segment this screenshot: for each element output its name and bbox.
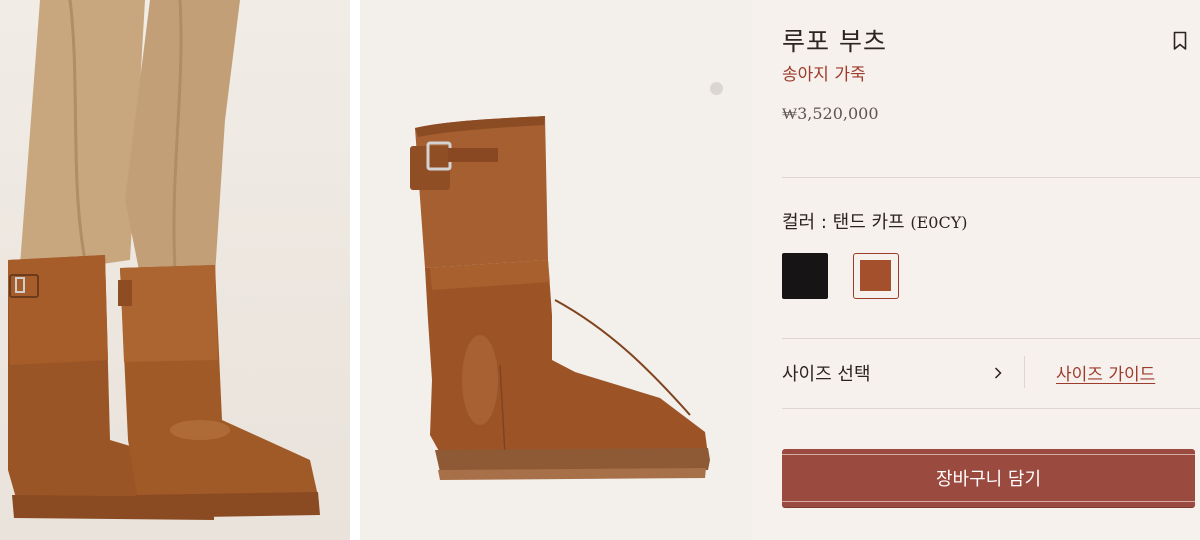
add-to-cart-label: 장바구니 담기 xyxy=(935,469,1042,490)
gallery-gap xyxy=(350,0,360,540)
divider xyxy=(782,338,1200,339)
product-info-panel: 루포 부츠 송아지 가죽 ₩3,520,000 컬러 : 탠드 카프 (E0CY… xyxy=(752,0,1200,540)
add-to-cart-button[interactable]: 장바구니 담기 xyxy=(782,449,1195,507)
size-guide-link[interactable]: 사이즈 가이드 xyxy=(1056,360,1155,385)
swatch-chip xyxy=(782,253,828,299)
size-select-label: 사이즈 선택 xyxy=(782,364,871,385)
color-swatch-tan[interactable] xyxy=(853,253,899,299)
model-boots-illustration xyxy=(8,0,320,520)
bookmark-icon xyxy=(1173,31,1187,50)
color-selected-code: (E0CY) xyxy=(910,213,968,232)
button-trim xyxy=(782,454,1195,455)
color-swatch-black[interactable] xyxy=(782,253,828,299)
vertical-divider xyxy=(1024,356,1025,388)
button-trim xyxy=(782,501,1195,502)
color-label: 컬러 : 탠드 카프 (E0CY) xyxy=(782,208,968,234)
size-select-button[interactable]: 사이즈 선택 xyxy=(782,356,1024,390)
divider xyxy=(782,408,1200,409)
product-price: ₩3,520,000 xyxy=(782,104,879,123)
divider xyxy=(782,177,1200,178)
color-selected-name: 탠드 카프 xyxy=(832,212,905,233)
carousel-dot[interactable] xyxy=(710,82,723,95)
color-label-prefix: 컬러 : xyxy=(782,212,833,233)
model-photo[interactable] xyxy=(0,0,350,540)
product-title: 루포 부츠 xyxy=(782,27,887,56)
size-row: 사이즈 선택 사이즈 가이드 xyxy=(782,356,1200,390)
single-boot-illustration xyxy=(410,116,710,480)
bookmark-button[interactable] xyxy=(1170,30,1190,54)
swatch-chip xyxy=(860,260,891,291)
product-material: 송아지 가죽 xyxy=(782,65,866,85)
product-photo[interactable] xyxy=(360,0,752,540)
chevron-right-icon xyxy=(994,367,1002,379)
